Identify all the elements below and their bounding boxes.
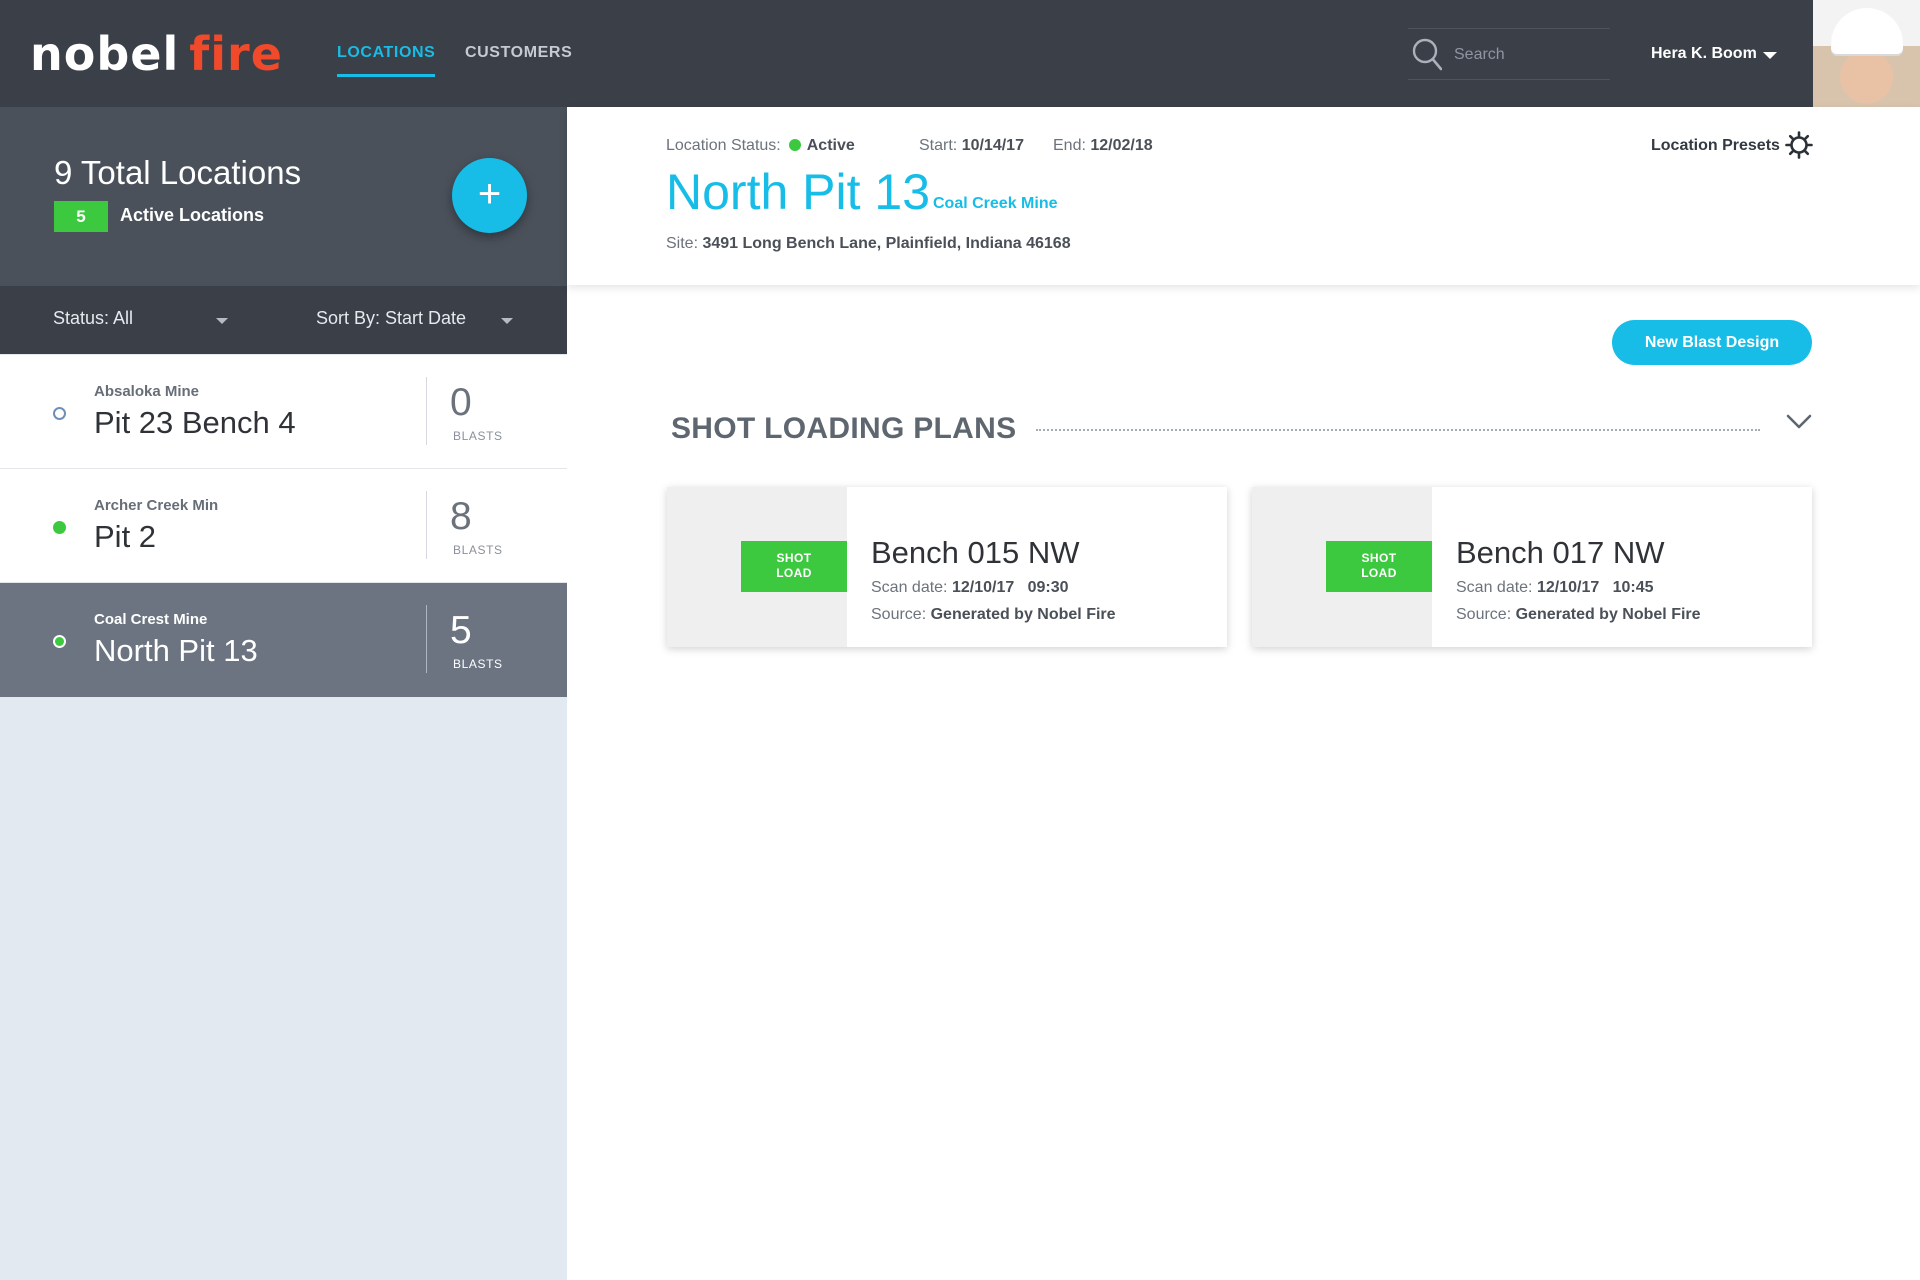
chevron-down-icon[interactable] [1786, 414, 1812, 430]
tag-line: LOAD [776, 566, 812, 580]
plan-name: Bench 015 NW [871, 535, 1080, 570]
gear-icon[interactable] [1785, 131, 1813, 159]
location-mine: Coal Crest Mine [94, 611, 208, 628]
top-bar: nobelfire LOCATIONS CUSTOMERS Hera K. Bo… [0, 0, 1920, 107]
start-label: Start: [919, 137, 958, 154]
scan-value: 12/10/17 10:45 [1536, 579, 1654, 596]
section-divider [1036, 429, 1760, 431]
search-input[interactable] [1454, 43, 1604, 67]
end-date: End: 12/02/18 [1053, 137, 1153, 155]
tag-line: SHOT [776, 551, 812, 565]
location-status: Location Status: Active [666, 137, 855, 155]
blasts-label: BLASTS [453, 429, 503, 443]
plan-thumbnail: SHOT LOAD [1252, 487, 1432, 647]
tag-line: SHOT [1361, 551, 1397, 565]
chevron-down-icon[interactable] [1763, 52, 1777, 59]
add-location-button[interactable]: + [452, 158, 527, 233]
location-item[interactable]: Absaloka Mine Pit 23 Bench 4 0 BLASTS [0, 355, 567, 469]
divider [426, 377, 427, 445]
search-box [1408, 28, 1610, 80]
scan-label: Scan date: [1456, 579, 1533, 596]
source-value: Generated by Nobel Fire [930, 606, 1116, 623]
user-name[interactable]: Hera K. Boom [1651, 45, 1757, 63]
site-label: Site: [666, 235, 699, 252]
active-count-badge: 5 [54, 201, 108, 232]
sort-filter[interactable]: Sort By: Start Date [316, 308, 466, 329]
hard-hat-icon [1831, 8, 1903, 54]
status-dot [788, 139, 801, 151]
location-name: Pit 23 Bench 4 [94, 405, 296, 440]
page-title: North Pit 13 [666, 164, 931, 220]
shot-plan-card[interactable]: SHOT LOAD Bench 015 NW Scan date: 12/10/… [667, 487, 1227, 647]
scan-date: Scan date: 12/10/17 09:30 [871, 579, 1069, 597]
search-icon[interactable] [1412, 38, 1442, 72]
shot-plan-card[interactable]: SHOT LOAD Bench 017 NW Scan date: 12/10/… [1252, 487, 1812, 647]
shot-load-tag: SHOT LOAD [741, 541, 847, 592]
location-mine: Absaloka Mine [94, 383, 200, 400]
location-name: Pit 2 [94, 519, 157, 554]
nobel-fire-logo[interactable]: nobel fire [30, 30, 283, 78]
blasts-label: BLASTS [453, 657, 503, 671]
new-blast-design-button[interactable]: New Blast Design [1612, 320, 1812, 365]
blast-count: 8 [450, 495, 472, 538]
source-label: Source: [871, 606, 927, 623]
status-dot [53, 521, 66, 534]
logo-text-nobel: nobel [30, 27, 180, 81]
source-label: Source: [1456, 606, 1512, 623]
section-title: SHOT LOADING PLANS [671, 412, 1017, 445]
location-item[interactable]: Archer Creek Min Pit 2 8 BLASTS [0, 469, 567, 583]
filter-bar: Status: All Sort By: Start Date [0, 286, 567, 354]
sidebar: 9 Total Locations 5 Active Locations + S… [0, 107, 567, 1280]
end-value: 12/02/18 [1090, 137, 1153, 154]
plan-source: Source: Generated by Nobel Fire [871, 606, 1116, 624]
start-date: Start: 10/14/17 [919, 137, 1024, 155]
total-locations: 9 Total Locations [54, 154, 302, 191]
site-value: 3491 Long Bench Lane, Plainfield, Indian… [702, 235, 1071, 252]
location-header: Location Status: Active Start: 10/14/17 E… [567, 107, 1920, 285]
status-dot [53, 635, 66, 648]
logo-text-fire: fire [189, 27, 283, 81]
scan-label: Scan date: [871, 579, 948, 596]
chevron-down-icon[interactable] [501, 318, 513, 324]
location-name: North Pit 13 [94, 633, 258, 668]
status-label: Location Status: [666, 137, 781, 154]
site-address: Site: 3491 Long Bench Lane, Plainfield, … [666, 235, 1071, 253]
status-filter[interactable]: Status: All [53, 308, 133, 329]
divider [426, 605, 427, 673]
location-mine: Archer Creek Min [94, 497, 219, 514]
shot-load-tag: SHOT LOAD [1326, 541, 1432, 592]
tab-locations[interactable]: LOCATIONS [337, 44, 436, 77]
scan-value: 12/10/17 09:30 [951, 579, 1069, 596]
tab-customers[interactable]: CUSTOMERS [465, 44, 572, 62]
chevron-down-icon[interactable] [216, 318, 228, 324]
plan-source: Source: Generated by Nobel Fire [1456, 606, 1701, 624]
mine-name[interactable]: Coal Creek Mine [933, 195, 1057, 213]
source-value: Generated by Nobel Fire [1515, 606, 1701, 623]
plan-thumbnail: SHOT LOAD [667, 487, 847, 647]
active-locations-label: Active Locations [120, 205, 265, 225]
location-item-selected[interactable]: Coal Crest Mine North Pit 13 5 BLASTS [0, 583, 567, 697]
end-label: End: [1053, 137, 1086, 154]
tag-line: LOAD [1361, 566, 1397, 580]
divider [426, 491, 427, 559]
location-presets-button[interactable]: Location Presets [1651, 137, 1780, 155]
blast-count: 5 [450, 609, 472, 652]
start-value: 10/14/17 [961, 137, 1024, 154]
blast-count: 0 [450, 381, 472, 424]
avatar[interactable] [1813, 0, 1920, 107]
status-value: Active [806, 137, 855, 154]
status-dot [53, 407, 66, 420]
locations-summary: 9 Total Locations 5 Active Locations + [0, 107, 567, 286]
blasts-label: BLASTS [453, 543, 503, 557]
plan-name: Bench 017 NW [1456, 535, 1665, 570]
scan-date: Scan date: 12/10/17 10:45 [1456, 579, 1654, 597]
